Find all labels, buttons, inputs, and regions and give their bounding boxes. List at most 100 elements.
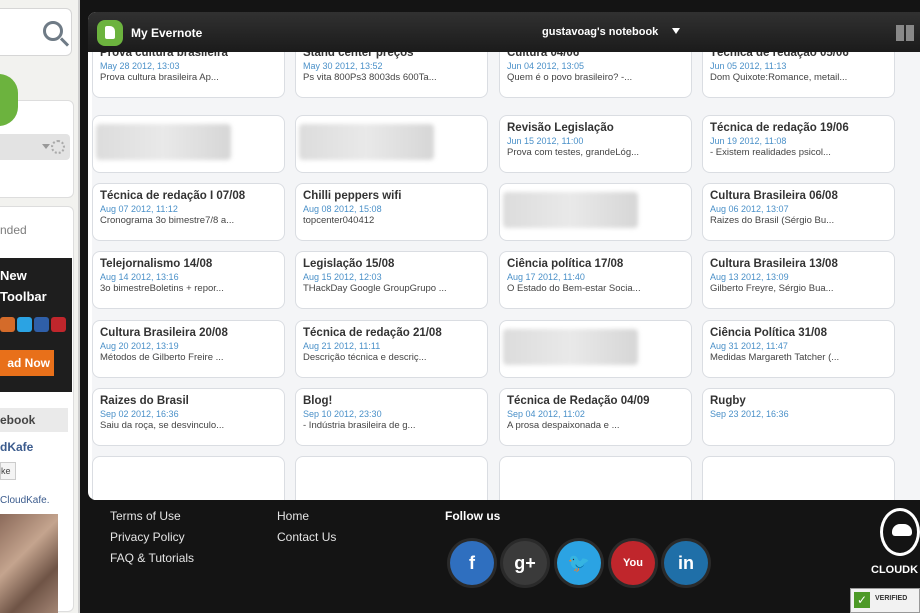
note-date: Aug 08 2012, 15:08 xyxy=(303,204,382,214)
note-title: Técnica de Redação 04/09 xyxy=(507,395,650,407)
gear-icon[interactable] xyxy=(51,140,65,154)
promo-line1: New xyxy=(0,268,27,283)
linkedin-icon[interactable]: in xyxy=(664,541,708,585)
download-now-button[interactable]: ad Now xyxy=(0,350,54,376)
note-date: Sep 04 2012, 11:02 xyxy=(507,409,585,419)
note-title: Stand center preços xyxy=(303,52,414,59)
note-card[interactable]: Chilli peppers wifi Aug 08 2012, 15:08 top… xyxy=(295,183,488,241)
note-date: Aug 13 2012, 13:09 xyxy=(710,272,789,282)
note-date: Aug 15 2012, 12:03 xyxy=(303,272,382,282)
note-snippet: Descrição técnica e descriç... xyxy=(303,352,427,363)
sidebar-select[interactable] xyxy=(0,134,70,160)
rss-icon[interactable] xyxy=(0,317,15,332)
note-card[interactable] xyxy=(295,115,488,173)
blurred-note-preview xyxy=(503,329,638,365)
note-date: Aug 31 2012, 11:47 xyxy=(710,341,788,351)
note-date: May 28 2012, 13:03 xyxy=(100,61,180,71)
note-card[interactable]: Técnica de redação 21/08 Aug 21 2012, 11:… xyxy=(295,320,488,378)
evernote-frame: My Evernote gustavoag's notebook Prova c… xyxy=(88,12,920,500)
note-card[interactable]: Técnica de redação 05/06 Jun 05 2012, 11:… xyxy=(702,52,895,98)
note-card[interactable]: Técnica de Redação 04/09 Sep 04 2012, 11:… xyxy=(499,388,692,446)
note-card[interactable]: Ciência Política 31/08 Aug 31 2012, 11:47… xyxy=(702,320,895,378)
note-card[interactable]: Blog! Sep 10 2012, 23:30- Indústria brasi… xyxy=(295,388,488,446)
page-name-link[interactable]: dKafe xyxy=(0,440,33,454)
note-card[interactable]: Cultura Brasileira 06/08 Aug 06 2012, 13:… xyxy=(702,183,895,241)
note-date: Aug 14 2012, 13:16 xyxy=(100,272,179,282)
note-snippet: Ps vita 800Ps3 8003ds 600Ta... xyxy=(303,72,437,83)
note-card[interactable]: Cultura Brasileira 20/08 Aug 20 2012, 13:… xyxy=(92,320,285,378)
note-snippet: Quem é o povo brasileiro? -... xyxy=(507,72,633,83)
facebook-icon[interactable] xyxy=(34,317,49,332)
blurred-note-preview xyxy=(299,124,434,160)
note-date: Jun 15 2012, 11:00 xyxy=(507,136,584,146)
search-icon[interactable] xyxy=(43,21,63,41)
note-title: Cultura Brasileira 13/08 xyxy=(710,258,838,270)
brand-text: CLOUDK xyxy=(871,564,919,576)
note-snippet: Cronograma 3o bimestre7/8 a... xyxy=(100,215,235,226)
youtube-icon[interactable] xyxy=(51,317,66,332)
note-date: Jun 05 2012, 11:13 xyxy=(710,61,787,71)
note-card[interactable] xyxy=(295,456,488,500)
note-card[interactable]: Ciência política 17/08 Aug 17 2012, 11:40… xyxy=(499,251,692,309)
verified-badge[interactable]: ✓ VERIFIED xyxy=(850,588,920,613)
note-date: Aug 06 2012, 13:07 xyxy=(710,204,789,214)
like-button[interactable]: ke xyxy=(0,462,16,480)
note-snippet: O Estado do Bem-estar Socia... xyxy=(507,283,641,294)
note-snippet: Dom Quixote:Romance, metail... xyxy=(710,72,848,83)
note-card[interactable]: Técnica de redação I 07/08 Aug 07 2012, 1… xyxy=(92,183,285,241)
terms-link[interactable]: Terms of Use xyxy=(110,509,181,523)
note-card[interactable] xyxy=(702,456,895,500)
note-card[interactable] xyxy=(499,320,692,378)
note-card[interactable]: Stand center preços May 30 2012, 13:52 Ps … xyxy=(295,52,488,98)
note-card[interactable]: Técnica de redação 19/06 Jun 19 2012, 11:… xyxy=(702,115,895,173)
note-date: Aug 17 2012, 11:40 xyxy=(507,272,585,282)
sidebar-partial-text: nded xyxy=(0,223,27,237)
notebook-header: ebook xyxy=(0,408,68,432)
youtube-icon[interactable]: You xyxy=(611,541,655,585)
note-snippet: topcenter040412 xyxy=(303,215,375,226)
notebook-selector[interactable]: gustavoag's notebook xyxy=(542,26,681,38)
note-snippet: Prova cultura brasileira Ap... xyxy=(100,72,219,83)
note-card[interactable]: Cultura 04/06 Jun 04 2012, 13:05 Quem é o … xyxy=(499,52,692,98)
note-card[interactable] xyxy=(499,456,692,500)
note-snippet: A prosa despaixonada e ... xyxy=(507,420,620,431)
home-link[interactable]: Home xyxy=(277,509,309,523)
note-snippet: Saiu da roça, se desvinculo... xyxy=(100,420,225,431)
note-card[interactable] xyxy=(499,183,692,241)
twitter-icon[interactable]: 🐦 xyxy=(557,541,601,585)
note-card[interactable]: Legislação 15/08 Aug 15 2012, 12:03 THackD… xyxy=(295,251,488,309)
note-title: Legislação 15/08 xyxy=(303,258,395,270)
note-title: Blog! xyxy=(303,395,333,407)
note-card[interactable]: Cultura Brasileira 13/08 Aug 13 2012, 13:… xyxy=(702,251,895,309)
app-title: My Evernote xyxy=(131,26,203,40)
note-title: Ciência política 17/08 xyxy=(507,258,624,270)
note-date: Aug 20 2012, 13:19 xyxy=(100,341,179,351)
google-plus-icon[interactable]: g+ xyxy=(503,541,547,585)
promo-social-icons xyxy=(0,317,66,332)
note-title: Técnica de redação 19/06 xyxy=(710,122,849,134)
evernote-logo-icon xyxy=(97,20,123,46)
note-title: Cultura Brasileira 06/08 xyxy=(710,190,838,202)
note-card[interactable]: Raizes do Brasil Sep 02 2012, 16:36 Saiu d… xyxy=(92,388,285,446)
note-title: Revisão Legislação xyxy=(507,122,614,134)
page-link[interactable]: CloudKafe. xyxy=(0,495,49,506)
note-card[interactable] xyxy=(92,456,285,500)
list-view-icon[interactable] xyxy=(896,25,918,41)
note-title: Técnica de redação 21/08 xyxy=(303,327,442,339)
note-date: Jun 19 2012, 11:08 xyxy=(710,136,787,146)
facebook-icon[interactable]: f xyxy=(450,541,494,585)
twitter-icon[interactable] xyxy=(17,317,32,332)
search-box[interactable] xyxy=(0,8,72,56)
note-snippet: 3o bimestreBoletins + repor... xyxy=(100,283,224,294)
note-card[interactable]: Telejornalismo 14/08 Aug 14 2012, 13:16 3o… xyxy=(92,251,285,309)
note-snippet: - Indústria brasileira de g... xyxy=(303,420,416,431)
note-card[interactable]: Revisão Legislação Jun 15 2012, 11:00 Prov… xyxy=(499,115,692,173)
faq-link[interactable]: FAQ & Tutorials xyxy=(110,551,194,565)
privacy-link[interactable]: Privacy Policy xyxy=(110,530,185,544)
note-card[interactable]: Rugby Sep 23 2012, 16:36 xyxy=(702,388,895,446)
contact-link[interactable]: Contact Us xyxy=(277,530,336,544)
note-card[interactable]: Prova cultura brasileira May 28 2012, 13:… xyxy=(92,52,285,98)
note-title: Raizes do Brasil xyxy=(100,395,189,407)
profile-photo xyxy=(0,514,58,613)
note-card[interactable] xyxy=(92,115,285,173)
